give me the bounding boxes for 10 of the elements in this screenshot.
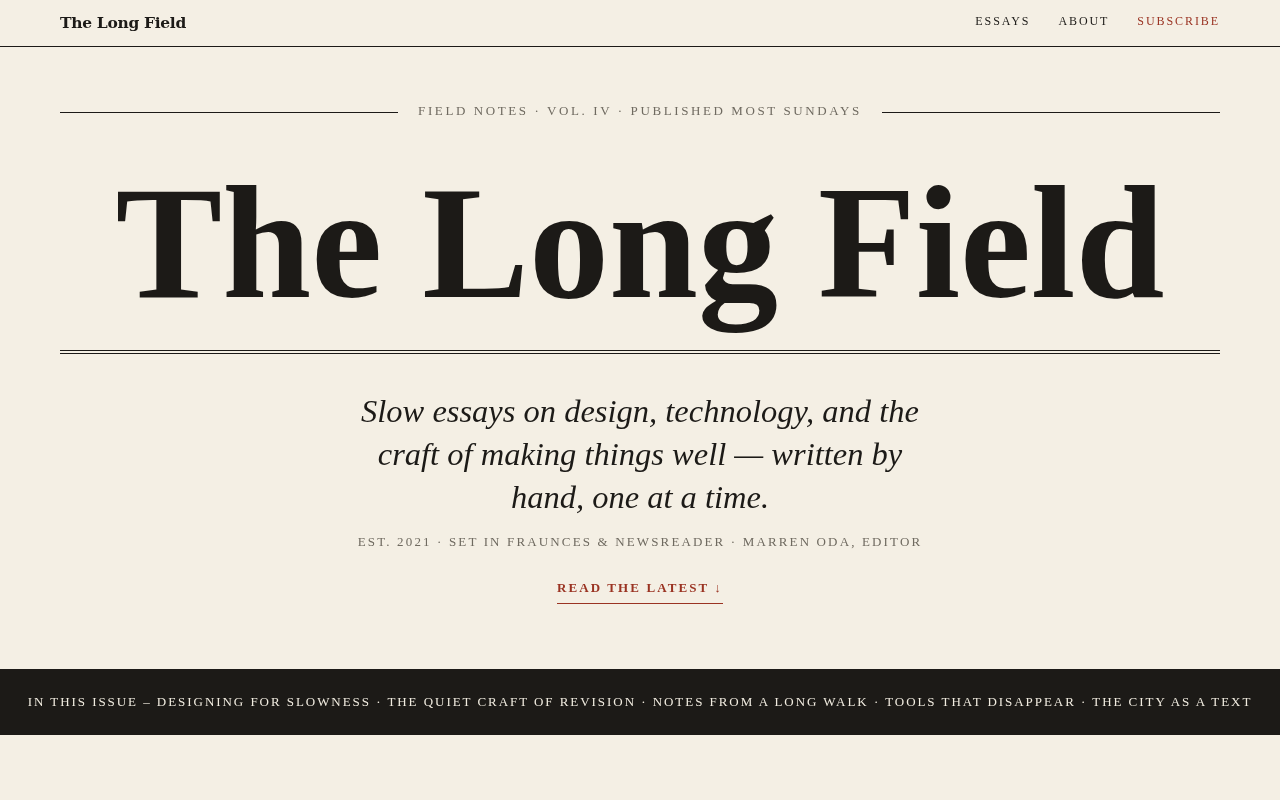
- ticker-text: IN THIS ISSUE – DESIGNING FOR SLOWNESS · THE QUIET CRAFT OF REVISION · NOTES FROM A LONG WALK · TOOLS THAT DISAPPEAR · THE CITY AS A TEXT: [27, 694, 1253, 710]
- tagline-text: Slow essays on design, technology, and the craft of making things well — written by hand, one at a time.: [360, 392, 920, 517]
- masthead-title: The Long Field: [115, 153, 1165, 335]
- kicker-text: FIELD NOTES · VOL. IV · PUBLISHED MOST SUNDAYS: [418, 103, 862, 119]
- brand-link[interactable]: The Long Field: [60, 13, 186, 32]
- nav-link[interactable]: ABOUT: [1058, 13, 1110, 29]
- nav-link[interactable]: ESSAYS: [975, 13, 1031, 29]
- colophon-text: EST. 2021 · SET IN FRAUNCES & NEWSREADER · MARREN ODA, EDITOR: [357, 534, 923, 550]
- read-latest-link[interactable]: READ THE LATEST ↓: [557, 580, 723, 604]
- subscribe-link[interactable]: SUBSCRIBE: [1137, 13, 1220, 29]
